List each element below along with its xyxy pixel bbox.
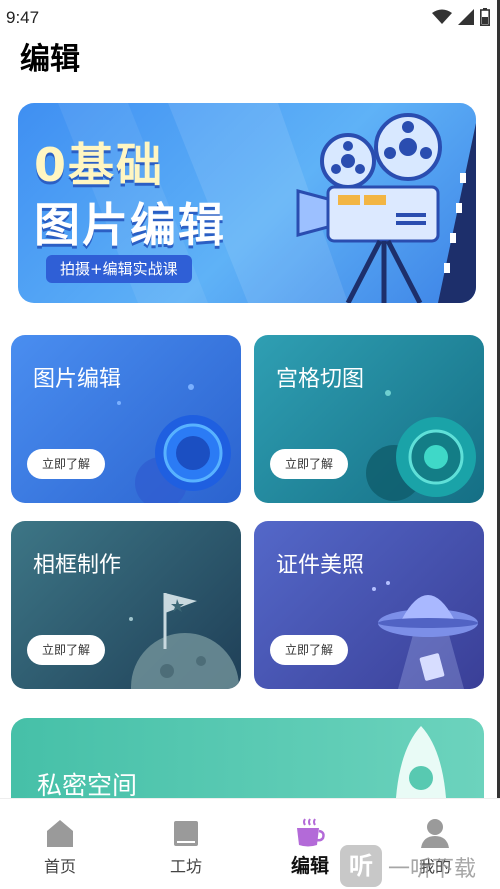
card-title: 相框制作 (33, 553, 122, 578)
camera-lens-icon (117, 384, 231, 503)
banner-tag: 拍摄+编辑实战课 (46, 255, 192, 283)
watermark-text: 一听下载 (388, 857, 477, 882)
course-banner[interactable]: 0基础 图片编辑 拍摄+编辑实战课 (18, 103, 476, 303)
tab-label: 首页 (43, 857, 76, 876)
coffee-cup-icon (297, 818, 325, 847)
watermark-logo: 听 (340, 845, 382, 887)
tab-workshop[interactable]: 工坊 (136, 799, 236, 889)
film-projector-icon (296, 113, 476, 303)
status-icons (432, 8, 490, 26)
home-icon (47, 820, 73, 847)
planet-flag-icon (129, 593, 239, 689)
battery-icon (480, 8, 490, 26)
book-icon (174, 821, 198, 846)
wifi-icon (432, 9, 452, 24)
round-lens-icon (366, 390, 476, 501)
status-time: 9:47 (6, 8, 40, 27)
status-bar: 9:47 (0, 0, 500, 34)
banner-title-line2: 图片编辑 (34, 198, 226, 252)
id-photo-card[interactable]: 证件美照 立即了解 (254, 521, 484, 689)
private-space-title: 私密空间 (37, 771, 138, 800)
watermark: 听 一听下载 (340, 845, 500, 889)
learn-more-button[interactable]: 立即了解 (270, 449, 348, 479)
page-title: 编辑 (20, 42, 80, 77)
ufo-icon (372, 581, 478, 689)
learn-more-button[interactable]: 立即了解 (270, 635, 348, 665)
signal-icon (458, 9, 474, 25)
card-title: 宫格切图 (276, 367, 365, 392)
learn-more-button[interactable]: 立即了解 (27, 635, 105, 665)
tab-label: 工坊 (169, 857, 202, 876)
card-title: 证件美照 (276, 553, 365, 578)
tab-home[interactable]: 首页 (10, 799, 110, 889)
grid-crop-card[interactable]: 宫格切图 立即了解 (254, 335, 484, 503)
learn-more-button[interactable]: 立即了解 (27, 449, 105, 479)
banner-title-line1: 0基础 (34, 138, 165, 192)
frame-making-card[interactable]: 相框制作 立即了解 (11, 521, 241, 689)
card-title: 图片编辑 (33, 367, 122, 392)
photo-edit-card[interactable]: 图片编辑 立即了解 (11, 335, 241, 503)
